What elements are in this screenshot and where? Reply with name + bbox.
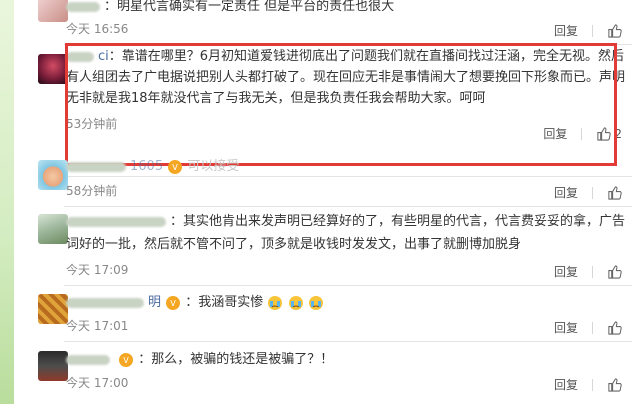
username[interactable]	[66, 1, 100, 12]
vip-badge-icon: V	[119, 352, 134, 367]
thumbs-up-icon[interactable]	[607, 264, 622, 279]
reply-button[interactable]: 回复	[554, 376, 578, 393]
comment-actions: 回复	[554, 319, 622, 336]
reply-button[interactable]: 回复	[554, 184, 578, 201]
divider	[592, 24, 593, 37]
svg-text:V: V	[170, 299, 176, 308]
comment-text-line: 词好的一批，然后就不管不问了，顶多就是收钱时发发文，出事了就删博加脱身	[66, 237, 522, 252]
thumbs-up-icon[interactable]	[607, 320, 622, 335]
divider-line	[64, 206, 632, 207]
username[interactable]: ci	[98, 49, 109, 64]
comment-text: ：那么，被骗的钱还是被骗了？！	[138, 352, 334, 367]
comment-time: 今天 17:09	[66, 263, 129, 277]
divider-line	[64, 285, 632, 286]
username-blurred[interactable]	[66, 161, 126, 172]
thumbs-up-icon	[597, 127, 612, 141]
username-blurred[interactable]	[66, 216, 166, 227]
comment-time: 今天 17:01	[66, 319, 129, 333]
avatar[interactable]	[38, 54, 68, 84]
comment-text-line: ：靠谱在哪里？6月初知道爱钱进彻底出了问题我们就在直播间找过汪涵，完全无视。然后	[108, 49, 625, 64]
thumbs-up-icon[interactable]	[607, 23, 622, 38]
crying-face-icon	[288, 295, 303, 310]
comment-text-line: 无非就是我18年就没代言了与我无关，但是我负责任我会帮助大家。呵呵	[66, 91, 486, 106]
divider	[592, 378, 593, 391]
comment-time: 今天 16:56	[66, 22, 129, 36]
comment-actions: 回复 2	[543, 125, 622, 142]
divider-line	[64, 341, 632, 342]
reply-button[interactable]: 回复	[543, 125, 567, 142]
comment-actions: 回复	[554, 376, 622, 393]
comment-actions: 回复	[554, 22, 622, 39]
divider-line	[64, 44, 632, 45]
avatar[interactable]	[38, 160, 68, 190]
svg-text:V: V	[172, 163, 178, 172]
crying-face-icon	[268, 295, 283, 310]
comment-text: ：明星代言确实有一定责任 但是平台的责任也很大	[104, 0, 395, 14]
comment-text: 可以接受	[187, 159, 240, 174]
comment-actions: 回复	[554, 263, 622, 280]
svg-text:V: V	[123, 356, 129, 365]
vip-badge-icon: V	[168, 159, 183, 174]
username[interactable]: 明	[148, 295, 161, 310]
comment-text-line: ：其实他肯出来发声明已经算好的了，有些明星的代言，代言费妥妥的拿，广告	[170, 214, 626, 229]
comment-time: 53分钟前	[66, 117, 118, 131]
comment-text: ：我涵哥实惨	[185, 295, 264, 310]
avatar[interactable]	[38, 214, 68, 244]
crying-face-icon	[308, 295, 323, 310]
divider	[592, 186, 593, 199]
background-strip	[0, 0, 14, 404]
like-button[interactable]: 2	[596, 126, 622, 141]
divider	[581, 127, 583, 140]
divider	[592, 265, 593, 278]
username[interactable]: 1605	[130, 159, 163, 174]
comment-time: 今天 17:00	[66, 376, 129, 390]
comment-time: 58分钟前	[66, 184, 118, 198]
username-blurred[interactable]	[66, 354, 110, 365]
avatar[interactable]	[38, 351, 68, 381]
thumbs-up-icon[interactable]	[607, 377, 622, 392]
comment-actions: 回复	[554, 184, 622, 201]
reply-button[interactable]: 回复	[554, 263, 578, 280]
divider	[592, 321, 593, 334]
username-blurred[interactable]	[66, 297, 144, 308]
avatar[interactable]	[38, 0, 68, 22]
comment-text-line: 有人组团去了广电据说把别人头都打破了。现在回应无非是事情闹大了想要挽回下形象而已…	[66, 70, 626, 85]
reply-button[interactable]: 回复	[554, 319, 578, 336]
avatar[interactable]	[38, 294, 68, 324]
reply-button[interactable]: 回复	[554, 22, 578, 39]
username-blurred[interactable]	[66, 51, 94, 62]
like-count: 2	[614, 126, 622, 141]
vip-badge-icon: V	[166, 295, 181, 310]
comment-list-panel: ：明星代言确实有一定责任 但是平台的责任也很大 今天 16:56 回复 ci：靠…	[0, 0, 640, 404]
thumbs-up-icon[interactable]	[607, 185, 622, 200]
